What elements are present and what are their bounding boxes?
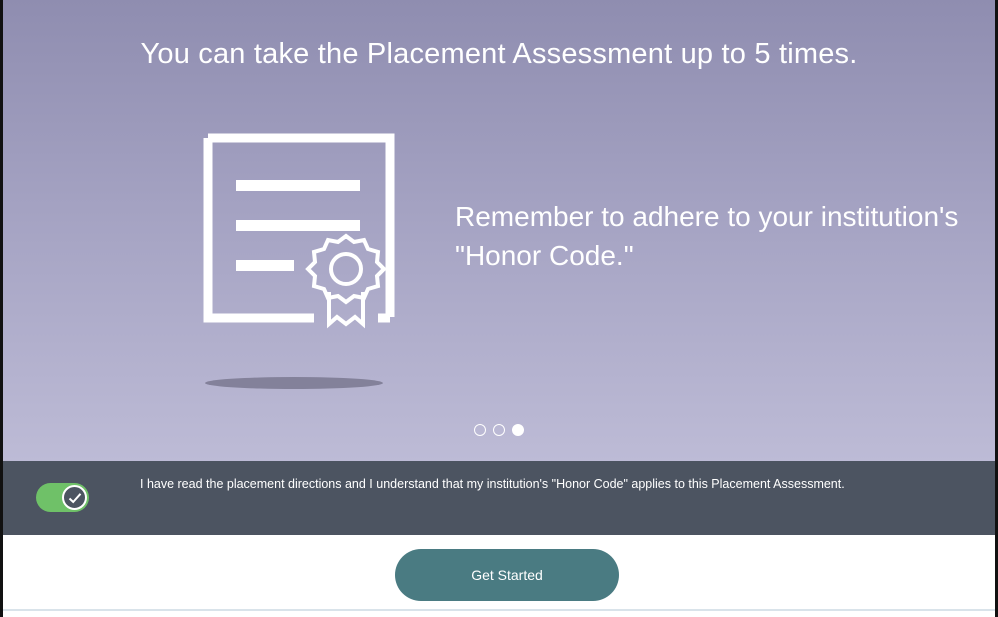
carousel-dot-3[interactable] [512, 424, 524, 436]
get-started-button[interactable]: Get Started [395, 549, 619, 601]
certificate-icon [203, 133, 395, 329]
footer: Get Started [3, 535, 995, 617]
acknowledgement-bar: I have read the placement directions and… [3, 461, 995, 535]
toggle-knob [62, 485, 87, 510]
acknowledgement-toggle[interactable] [36, 483, 89, 512]
carousel-dot-2[interactable] [493, 424, 505, 436]
honor-code-message: Remember to adhere to your institution's… [455, 201, 959, 271]
check-icon [68, 492, 81, 503]
footer-divider [3, 609, 995, 611]
intro-carousel-slide: You can take the Placement Assessment up… [3, 0, 995, 461]
slide-headline: You can take the Placement Assessment up… [140, 38, 858, 70]
acknowledgement-label: I have read the placement directions and… [140, 477, 845, 491]
illustration-shadow [205, 377, 383, 389]
carousel-indicators [3, 424, 995, 440]
carousel-dot-1[interactable] [474, 424, 486, 436]
